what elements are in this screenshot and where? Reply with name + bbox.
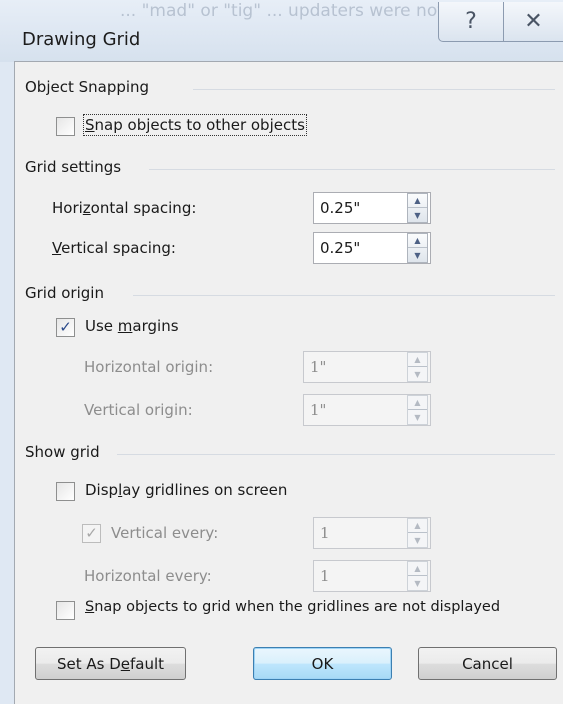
spin-down-icon[interactable]: ▼ <box>408 208 427 222</box>
dialog-title: Drawing Grid <box>22 29 141 50</box>
use-margins-label[interactable]: Use margins <box>85 317 179 335</box>
spin-down-icon[interactable]: ▼ <box>408 410 427 424</box>
divider <box>133 295 555 296</box>
title-bar: ... "mad" or "tig" ... updaters were not… <box>0 0 563 62</box>
vertical-every-checkbox[interactable]: ✓ <box>82 524 101 543</box>
vertical-origin-stepper[interactable]: ▲ ▼ <box>407 395 428 425</box>
horizontal-origin-label: Horizontal origin: <box>84 358 214 376</box>
snap-to-grid-checkbox[interactable] <box>56 601 75 620</box>
vertical-every-stepper[interactable]: ▲ ▼ <box>407 518 428 548</box>
vertical-spacing-stepper[interactable]: ▲ ▼ <box>407 233 428 263</box>
spin-down-icon[interactable]: ▼ <box>408 576 427 590</box>
vertical-spacing-label: Vertical spacing: <box>52 239 176 257</box>
ok-button[interactable]: OK <box>253 647 392 680</box>
spin-up-icon[interactable]: ▲ <box>408 353 427 367</box>
spin-down-icon[interactable]: ▼ <box>408 367 427 381</box>
divider <box>117 454 555 455</box>
close-icon: ✕ <box>524 9 543 34</box>
snap-objects-label[interactable]: Snap objects to other objects <box>83 114 307 136</box>
spin-up-icon[interactable]: ▲ <box>408 194 427 208</box>
spin-up-icon[interactable]: ▲ <box>408 234 427 248</box>
spin-down-icon[interactable]: ▼ <box>408 533 427 547</box>
show-grid-heading: Show grid <box>25 443 100 461</box>
vertical-origin-label: Vertical origin: <box>84 401 193 419</box>
divider <box>193 89 555 90</box>
object-snapping-heading: Object Snapping <box>25 78 150 96</box>
horizontal-every-stepper[interactable]: ▲ ▼ <box>407 561 428 591</box>
close-button[interactable]: ✕ <box>504 2 563 42</box>
horizontal-every-label: Horizontal every: <box>84 567 212 585</box>
help-icon: ? <box>465 9 477 34</box>
help-button[interactable]: ? <box>438 2 504 42</box>
horizontal-origin-stepper[interactable]: ▲ ▼ <box>407 352 428 382</box>
display-gridlines-checkbox[interactable] <box>56 482 75 501</box>
use-margins-checkbox[interactable]: ✓ <box>56 318 75 337</box>
horizontal-spacing-stepper[interactable]: ▲ ▼ <box>407 193 428 223</box>
vertical-every-label: Vertical every: <box>111 524 219 542</box>
snap-to-grid-label[interactable]: Snap objects to grid when the gridlines … <box>85 599 500 615</box>
horizontal-spacing-label: Horizontal spacing: <box>52 199 197 217</box>
cancel-button[interactable]: Cancel <box>418 647 557 680</box>
set-as-default-button[interactable]: Set As De fault <box>35 647 186 680</box>
spin-up-icon[interactable]: ▲ <box>408 562 427 576</box>
display-gridlines-label[interactable]: Display gridlines on screen <box>85 481 287 499</box>
spin-down-icon[interactable]: ▼ <box>408 248 427 262</box>
spin-up-icon[interactable]: ▲ <box>408 519 427 533</box>
grid-settings-heading: Grid settings <box>25 158 122 176</box>
spin-up-icon[interactable]: ▲ <box>408 396 427 410</box>
dialog-body: Object Snapping Snap objects to other ob… <box>14 61 563 704</box>
snap-objects-checkbox[interactable] <box>56 117 75 136</box>
divider <box>149 169 555 170</box>
grid-origin-heading: Grid origin <box>25 284 104 302</box>
